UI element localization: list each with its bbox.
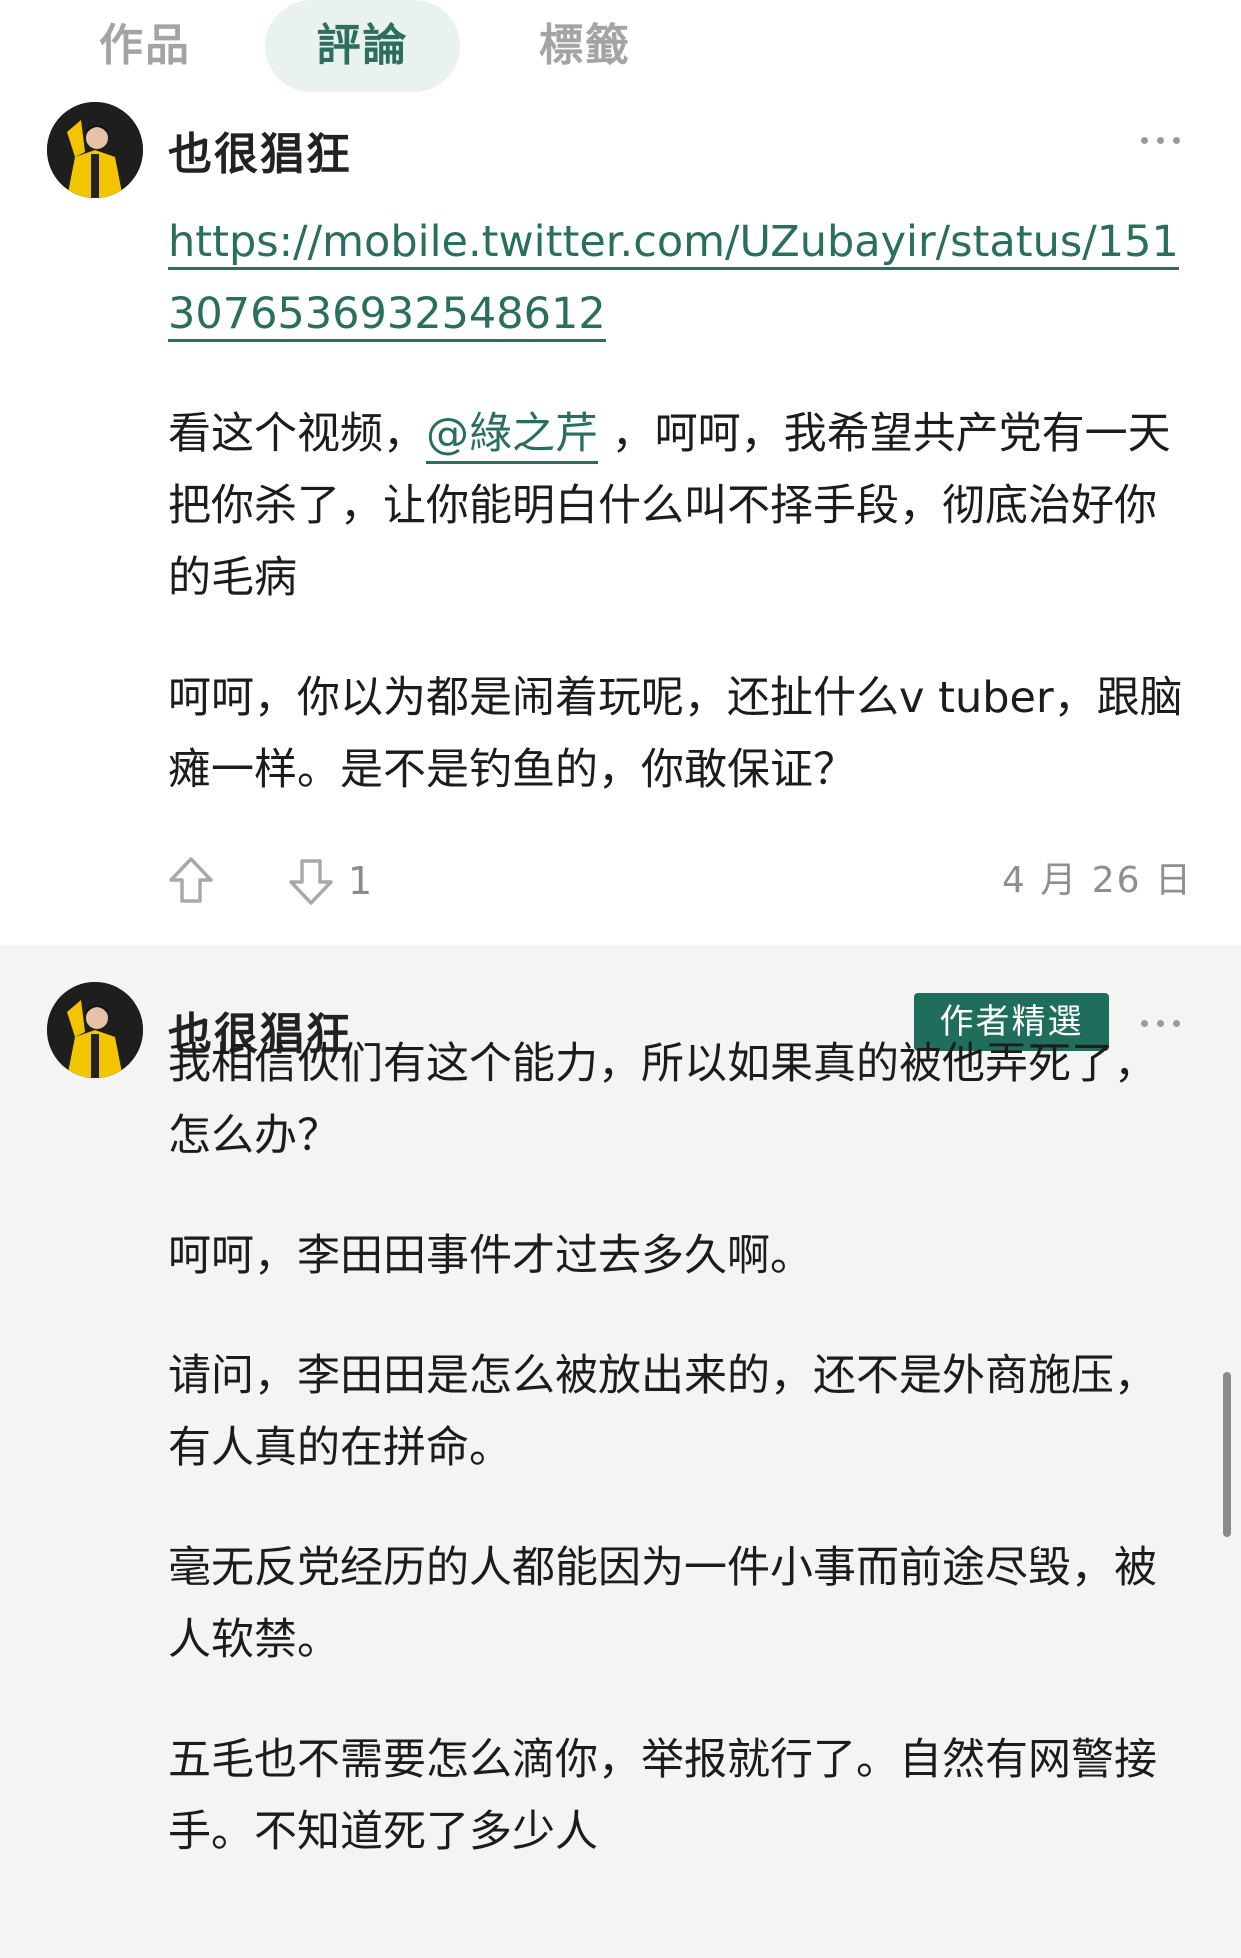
downvote-arrow-icon — [289, 859, 333, 905]
user-mention[interactable]: @綠之芹 — [426, 409, 598, 464]
comment-item: 也很猖狂 https://mobile.twitter.com/UZubayir… — [0, 100, 1241, 945]
downvote-button[interactable]: 1 — [288, 856, 398, 906]
avatar[interactable] — [47, 982, 143, 1078]
comment-item: 也很猖狂 作者精選 我相信伙们有这个能力，所以如果真的被他弄死了，怎么办？ 呵呵… — [0, 945, 1241, 1958]
comment-paragraph: 看这个视频，@綠之芹 ，呵呵，我希望共产党有一天把你杀了，让你能明白什么叫不择手… — [168, 398, 1188, 614]
tab-works[interactable]: 作品 — [80, 0, 210, 92]
comment-body: 我相信伙们有这个能力，所以如果真的被他弄死了，怎么办？ 呵呵，李田田事件才过去多… — [168, 1028, 1188, 1916]
tab-comments[interactable]: 評論 — [265, 0, 460, 92]
paragraph-text: 看这个视频， — [168, 409, 426, 459]
upvote-button[interactable] — [168, 856, 216, 906]
comment-date: 4 月 26 日 — [1001, 860, 1193, 901]
tab-tags[interactable]: 標籤 — [520, 0, 650, 92]
comment-paragraph: 我相信伙们有这个能力，所以如果真的被他弄死了，怎么办？ — [168, 1039, 1157, 1161]
upvote-arrow-icon — [169, 857, 213, 903]
comment-paragraph: 请问，李田田是怎么被放出来的，还不是外商施压，有人真的在拼命。 — [168, 1351, 1157, 1473]
comment-paragraph: 五毛也不需要怎么滴你，举报就行了。自然有网警接手。不知道死了多少人 — [168, 1735, 1157, 1857]
more-dots-icon[interactable] — [1141, 134, 1183, 146]
downvote-count: 1 — [348, 859, 373, 903]
avatar[interactable] — [47, 102, 143, 198]
tab-bar: 作品 評論 標籤 — [0, 0, 1241, 100]
comment-actions: 1 4 月 26 日 — [168, 850, 1193, 910]
tweet-link[interactable]: https://mobile.twitter.com/UZubayir/stat… — [168, 217, 1179, 342]
avatar-image — [47, 982, 143, 1078]
comment-paragraph: 毫无反党经历的人都能因为一件小事而前途尽毁，被人软禁。 — [168, 1543, 1157, 1665]
comment-body: https://mobile.twitter.com/UZubayir/stat… — [168, 206, 1188, 854]
username[interactable]: 也很猖狂 — [168, 118, 352, 182]
avatar-image — [47, 102, 143, 198]
scrollbar[interactable] — [1223, 1372, 1231, 1537]
comment-paragraph: 呵呵，你以为都是闹着玩呢，还扯什么v tuber，跟脑瘫一样。是不是钓鱼的，你敢… — [168, 673, 1183, 795]
comment-paragraph: 呵呵，李田田事件才过去多久啊。 — [168, 1231, 813, 1281]
comment-paragraph: https://mobile.twitter.com/UZubayir/stat… — [168, 206, 1188, 350]
